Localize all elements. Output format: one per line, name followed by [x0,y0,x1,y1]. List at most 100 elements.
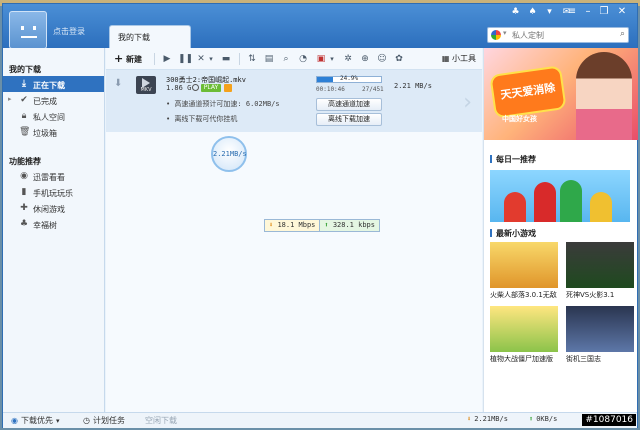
watermark: #1087016 [582,414,636,426]
daily-recommend-image[interactable] [490,170,630,222]
speed-floating-box[interactable]: ⬇ 18.1 Mbps ⬆ 328.1 kbps [264,219,380,232]
task-row[interactable]: ⬇ MKV 300勇士2:帝国崛起.mkv 1.86 G PLAY 24.9% … [106,70,482,132]
task-speed: 2.21 MB/s [394,82,432,90]
avatar[interactable] [9,11,47,49]
chevron-right-icon[interactable]: › [463,90,472,115]
folder-icon[interactable]: ▬ [220,52,232,66]
sidebar-item-games[interactable]: ✚ 休闲游戏 [3,200,104,216]
sidebar-item-label: 休闲游戏 [33,205,65,214]
daily-recommend-title: 每日一推荐 [490,154,536,165]
chevron-down-icon[interactable]: ▾ [328,52,336,66]
sidebar-item-kankan[interactable]: ◉ 迅雷看看 [3,168,104,184]
main-panel: + 新建 ▶ ❚❚ ✕ ▾ ▬ ⇅ ▤ ⌕ ◔ ▣ ▾ ✲ ⊕ ☺ ✿ ▦ 小工… [106,48,482,412]
sort-icon[interactable]: ⇅ [246,52,258,66]
sidebar-section-downloads: 我的下载 [9,65,41,74]
banner-logo: 天天爱消除 [489,65,567,119]
down-speed-box: ⬇ 18.1 Mbps [265,220,321,231]
trash-icon: 🗑︎ [19,127,31,137]
game-label-3[interactable]: 植物大战僵尸加速版 [490,354,553,364]
offline-hint: • 离线下载可代你挂机 [166,115,238,123]
game-thumb-4[interactable] [566,306,634,352]
vip-icon[interactable]: ▣ [314,52,328,66]
info-icon[interactable] [192,84,199,91]
ad-panel: 天天爱消除 中国好女孩 每日一推荐 最新小游戏 火柴人部落3.0.1无敌 死神V… [483,48,638,412]
new-games-title: 最新小游戏 [490,228,536,239]
game-icon[interactable]: ✿ [393,52,405,66]
sidebar-item-label: 私人空间 [33,113,65,122]
app-window: 点击登录 我的下载 ♣ ♠ ▾ ✉ ≡ – ❐ ✕ ▾ ⌕ 我的下载 ⤓ 正在下… [2,3,638,428]
chevron-down-icon[interactable]: ▾ [503,29,507,37]
delete-icon[interactable]: ✕ [195,52,207,66]
share-badge-icon[interactable] [224,84,232,92]
sidebar-item-downloading[interactable]: ⤓ 正在下载 [3,76,104,92]
search-task-icon[interactable]: ⌕ [280,52,292,66]
priority-icon: ◉ [11,416,18,425]
game-thumb-2[interactable] [566,242,634,288]
offline-download-button[interactable]: 离线下载加速 [316,113,382,126]
sidebar-item-happy-tree[interactable]: ♣ 幸福树 [3,216,104,232]
file-thumbnail: MKV [136,76,156,94]
search-icon[interactable]: ⌕ [620,29,625,39]
gamepad-icon: ✚ [20,203,28,213]
search-engine-icon[interactable] [491,30,501,40]
game-thumb-3[interactable] [490,306,558,352]
game-banner[interactable]: 天天爱消除 中国好女孩 [484,48,638,140]
game-label-2[interactable]: 死神VS火影3.1 [566,290,614,300]
progress-text: 24.9% [339,75,359,82]
bell-icon[interactable]: ♣ [509,7,522,18]
toolbar: + 新建 ▶ ❚❚ ✕ ▾ ▬ ⇅ ▤ ⌕ ◔ ▣ ▾ ✲ ⊕ ☺ ✿ ▦ 小工… [106,48,482,70]
character-shape [590,192,612,222]
share-icon[interactable]: ⊕ [359,52,371,66]
banner-title: 天天爱消除 [499,81,557,102]
start-icon[interactable]: ▶ [161,52,173,66]
expand-arrow-icon[interactable]: ▸ [8,95,12,103]
character-shape [504,192,526,222]
lock-icon: 🔒︎ [21,111,27,121]
menu-icon[interactable]: ≡ [565,6,579,18]
tab-my-downloads[interactable]: 我的下载 [109,25,191,48]
leaf-icon: ♣ [19,219,29,229]
restore-icon[interactable]: ❐ [597,6,611,18]
time-remaining: 00:10:46 [316,86,345,93]
chevron-down-icon: ▾ [55,416,60,425]
task-size: 1.86 G [166,84,192,92]
avatar-eye-left [21,26,24,30]
high-speed-button[interactable]: 高速通道加速 [316,98,382,111]
settings-icon[interactable]: ✲ [342,52,354,66]
idle-download-button[interactable]: 空闲下载 [145,415,177,426]
download-priority-toggle[interactable]: ◉ 下载优先 ▾ [11,415,60,426]
sidebar-section-features: 功能推荐 [9,157,41,166]
toolbar-divider [239,53,240,65]
sidebar-item-label: 已完成 [33,97,57,106]
sidebar-item-trash[interactable]: 🗑︎ 垃圾箱 [3,124,104,140]
title-bar: 点击登录 我的下载 ♣ ♠ ▾ ✉ ≡ – ❐ ✕ ▾ ⌕ [3,4,637,49]
shirt-icon[interactable]: ▾ [543,7,556,18]
sidebar-item-label: 垃圾箱 [33,129,57,138]
plus-icon: + [114,52,124,65]
minimize-icon[interactable]: – [581,6,595,18]
pause-icon[interactable]: ❚❚ [178,52,193,66]
list-icon[interactable]: ▤ [263,52,275,66]
scheduled-task-button[interactable]: ◷ 计划任务 [83,415,125,426]
speed-bubble[interactable]: 2.21MB/s [211,136,247,172]
sidebar-item-completed[interactable]: ▸ ✔ 已完成 [3,92,104,108]
game-thumb-1[interactable] [490,242,558,288]
play-button[interactable]: PLAY [201,84,221,92]
chevron-down-icon[interactable]: ▾ [207,52,215,66]
close-icon[interactable]: ✕ [615,6,629,18]
game-label-1[interactable]: 火柴人部落3.0.1无敌 [490,290,557,300]
sidebar-item-private-space[interactable]: 🔒︎ 私人空间 [3,108,104,124]
game-label-4[interactable]: 街机三国志 [566,354,601,364]
new-task-button[interactable]: + 新建 [114,52,142,66]
speed-icon[interactable]: ◔ [297,52,309,66]
search-input[interactable] [512,29,608,41]
down-speed-value: 18.1 Mbps [277,221,316,229]
sidebar-item-mobile[interactable]: ▮ 手机玩玩乐 [3,184,104,200]
tools-button[interactable]: ▦ 小工具 [442,52,476,66]
clock-icon: ◷ [83,416,90,425]
offline-hint-text: 离线下载可代你挂机 [174,115,238,123]
search-box: ▾ ⌕ [487,27,629,43]
skin-icon[interactable]: ♠ [526,7,539,18]
login-link[interactable]: 点击登录 [53,26,85,37]
remote-icon[interactable]: ☺ [376,52,388,66]
